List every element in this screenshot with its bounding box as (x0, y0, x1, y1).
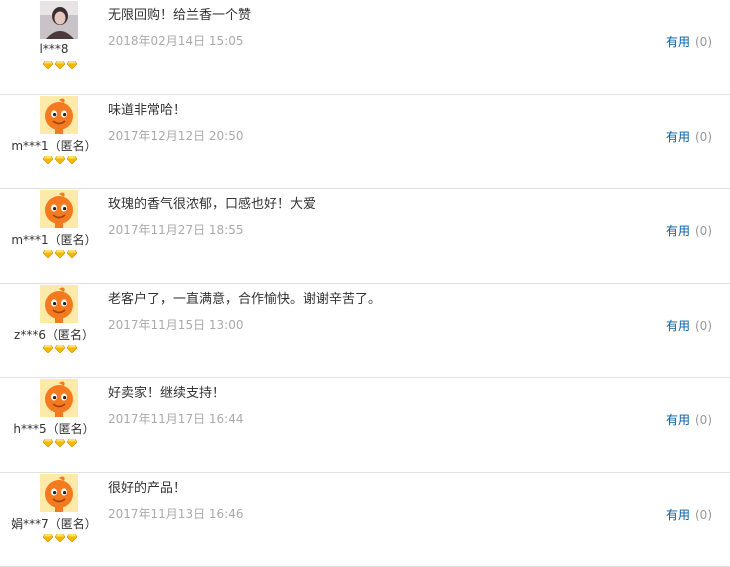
diamond-icon (67, 156, 77, 166)
member-rank (40, 439, 80, 449)
review-text: 味道非常哈！ (108, 99, 186, 118)
review-date: 2017年11月13日 16:46 (108, 505, 243, 522)
review-item: m***1（匿名） 味道非常哈！ 2017年12月12日 20:50 有用 (0) (0, 95, 730, 190)
useful-vote: 有用 (0) (666, 411, 712, 428)
review-item: l***8 无限回购！给兰香一个赞 2018年02月14日 15:05 有用 (0) (0, 0, 730, 95)
diamond-icon (55, 250, 65, 260)
useful-count: (0) (695, 35, 712, 49)
reviewer-name: z***6（匿名） (0, 326, 120, 343)
default-avatar-mascot-icon (40, 285, 78, 323)
reviewer-name: m***1（匿名） (0, 137, 120, 154)
review-text: 好卖家！继续支持！ (108, 382, 225, 401)
reviewer-name: m***1（匿名） (0, 231, 120, 248)
useful-button[interactable]: 有用 (666, 508, 690, 522)
diamond-icon (43, 439, 53, 449)
diamond-icon (55, 61, 65, 71)
useful-count: (0) (695, 319, 712, 333)
diamond-icon (67, 439, 77, 449)
member-rank (40, 156, 80, 166)
review-date: 2018年02月14日 15:05 (108, 32, 243, 49)
default-avatar-mascot-icon (40, 474, 78, 512)
diamond-icon (67, 250, 77, 260)
useful-button[interactable]: 有用 (666, 130, 690, 144)
review-text: 很好的产品！ (108, 477, 186, 496)
useful-vote: 有用 (0) (666, 128, 712, 145)
review-text: 无限回购！给兰香一个赞 (108, 4, 251, 23)
useful-vote: 有用 (0) (666, 506, 712, 523)
review-date: 2017年11月27日 18:55 (108, 221, 243, 238)
useful-vote: 有用 (0) (666, 222, 712, 239)
useful-button[interactable]: 有用 (666, 319, 690, 333)
diamond-icon (55, 534, 65, 544)
reviewer-name: h***5（匿名） (0, 420, 120, 437)
review-text: 玫瑰的香气很浓郁，口感也好！大爱 (108, 193, 316, 212)
useful-vote: 有用 (0) (666, 33, 712, 50)
review-date: 2017年12月12日 20:50 (108, 127, 243, 144)
user-avatar-photo (40, 1, 78, 39)
diamond-icon (55, 345, 65, 355)
review-list: l***8无限回购！给兰香一个赞2018年02月14日 15:05有用(0)m*… (0, 0, 730, 546)
useful-count: (0) (695, 413, 712, 427)
useful-count: (0) (695, 224, 712, 238)
diamond-icon (43, 61, 53, 71)
member-rank (40, 61, 80, 71)
diamond-icon (67, 345, 77, 355)
review-item: m***1（匿名） 玫瑰的香气很浓郁，口感也好！大爱 2017年11月27日 18:… (0, 189, 730, 284)
diamond-icon (55, 439, 65, 449)
member-rank (40, 534, 80, 544)
review-date: 2017年11月17日 16:44 (108, 410, 243, 427)
review-item: h***5（匿名） 好卖家！继续支持！ 2017年11月17日 16:44 有用 (0) (0, 378, 730, 473)
diamond-icon (43, 534, 53, 544)
useful-button[interactable]: 有用 (666, 413, 690, 427)
member-rank (40, 250, 80, 260)
diamond-icon (67, 534, 77, 544)
review-date: 2017年11月15日 13:00 (108, 316, 243, 333)
review-text: 老客户了，一直满意，合作愉快。谢谢辛苦了。 (108, 288, 381, 307)
useful-count: (0) (695, 130, 712, 144)
useful-count: (0) (695, 508, 712, 522)
default-avatar-mascot-icon (40, 96, 78, 134)
reviewer-name: l***8 (0, 42, 120, 56)
useful-vote: 有用 (0) (666, 317, 712, 334)
review-item: 娟***7（匿名） 很好的产品！ 2017年11月13日 16:46 有用 (0) (0, 473, 730, 567)
reviewer-name: 娟***7（匿名） (0, 515, 120, 532)
diamond-icon (43, 156, 53, 166)
useful-button[interactable]: 有用 (666, 35, 690, 49)
review-item: z***6（匿名） 老客户了，一直满意，合作愉快。谢谢辛苦了。 2017年11月15… (0, 284, 730, 379)
member-rank (40, 345, 80, 355)
diamond-icon (43, 345, 53, 355)
diamond-icon (43, 250, 53, 260)
default-avatar-mascot-icon (40, 190, 78, 228)
default-avatar-mascot-icon (40, 379, 78, 417)
diamond-icon (67, 61, 77, 71)
diamond-icon (55, 156, 65, 166)
useful-button[interactable]: 有用 (666, 224, 690, 238)
